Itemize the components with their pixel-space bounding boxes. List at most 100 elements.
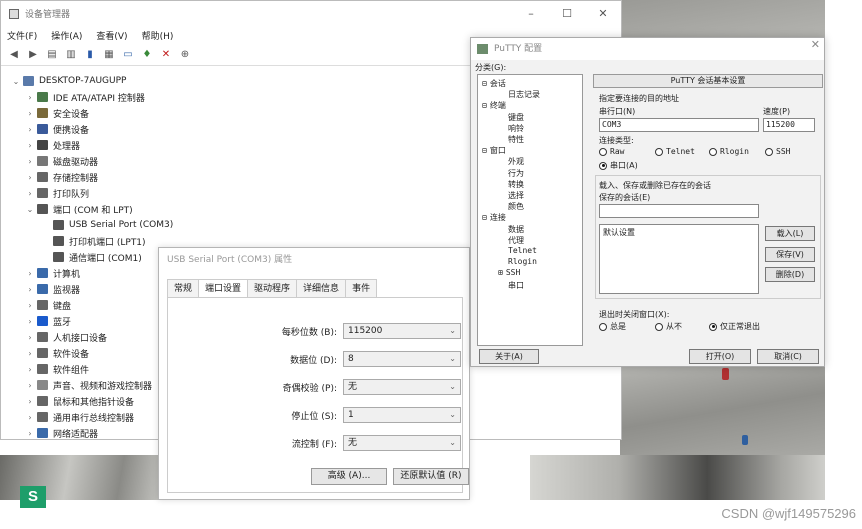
collapse-icon[interactable]: ⊟: [482, 146, 487, 155]
delete-button[interactable]: 删除(D): [765, 267, 815, 282]
category-item[interactable]: 键盘: [508, 112, 524, 123]
radio-ssh[interactable]: SSH: [765, 147, 790, 156]
menu-file[interactable]: 文件(F): [7, 29, 37, 42]
about-button[interactable]: 关于(A): [479, 349, 539, 364]
cancel-button[interactable]: 取消(C): [757, 349, 819, 364]
category-label: 行为: [508, 168, 524, 178]
radio-raw[interactable]: Raw: [599, 147, 624, 156]
tab-details[interactable]: 详细信息: [296, 279, 347, 297]
speed-input[interactable]: 115200: [763, 118, 815, 132]
chevron-right-icon[interactable]: ›: [23, 349, 37, 358]
chevron-right-icon[interactable]: ›: [23, 269, 37, 278]
category-item[interactable]: 串口: [508, 280, 524, 291]
radio-telnet[interactable]: Telnet: [655, 147, 695, 156]
properties-icon[interactable]: ▤: [45, 48, 59, 62]
collapse-icon[interactable]: ⊟: [482, 101, 487, 110]
back-arrow-icon[interactable]: ◀: [7, 48, 21, 62]
close-button[interactable]: ✕: [585, 1, 621, 26]
category-item[interactable]: 颜色: [508, 201, 524, 212]
chevron-right-icon[interactable]: ›: [23, 333, 37, 342]
chevron-right-icon[interactable]: ›: [23, 125, 37, 134]
category-item[interactable]: Telnet: [508, 246, 537, 255]
update-driver-icon[interactable]: ♦: [140, 48, 154, 62]
category-item[interactable]: ⊟ 窗口: [482, 145, 506, 156]
forward-arrow-icon[interactable]: ▶: [26, 48, 40, 62]
open-button[interactable]: 打开(O): [689, 349, 751, 364]
menu-help[interactable]: 帮助(H): [142, 29, 174, 42]
radio-serial[interactable]: 串口(A): [599, 160, 638, 171]
save-button[interactable]: 保存(V): [765, 247, 815, 262]
collapse-icon[interactable]: ⊟: [482, 79, 487, 88]
chevron-right-icon[interactable]: ›: [23, 429, 37, 438]
maximize-button[interactable]: ☐: [549, 1, 585, 26]
category-item[interactable]: ⊟ 终端: [482, 100, 506, 111]
radio-never[interactable]: 从不: [655, 321, 682, 332]
chevron-right-icon[interactable]: ›: [23, 397, 37, 406]
chevron-down-icon[interactable]: ⌄: [23, 205, 37, 214]
serial-line-input[interactable]: COM3: [599, 118, 759, 132]
taskbar-app-icon[interactable]: S: [20, 486, 46, 508]
parity-select[interactable]: 无 ⌄: [343, 379, 461, 395]
advanced-button[interactable]: 高级 (A)...: [311, 468, 387, 485]
saved-session-input[interactable]: [599, 204, 759, 218]
window-controls: – ☐ ✕: [513, 1, 621, 26]
chevron-right-icon[interactable]: ›: [23, 317, 37, 326]
category-item[interactable]: 数据: [508, 224, 524, 235]
tree-node-label: 打印机端口 (LPT1): [69, 237, 146, 248]
minimize-button[interactable]: –: [513, 1, 549, 26]
session-item[interactable]: 默认设置: [603, 227, 755, 238]
restore-defaults-button[interactable]: 还原默认值 (R): [393, 468, 469, 485]
baud-rate-select[interactable]: 115200 ⌄: [343, 323, 461, 339]
chevron-right-icon[interactable]: ›: [23, 301, 37, 310]
chevron-right-icon[interactable]: ›: [23, 285, 37, 294]
radio-always[interactable]: 总是: [599, 321, 626, 332]
uninstall-icon[interactable]: ✕: [159, 48, 173, 62]
tab-driver[interactable]: 驱动程序: [247, 279, 298, 297]
expand-icon[interactable]: ⊞: [498, 268, 503, 277]
chevron-down-icon: ⌄: [449, 354, 456, 363]
category-item[interactable]: 行为: [508, 168, 524, 179]
list-icon[interactable]: ▥: [64, 48, 78, 62]
category-item[interactable]: 转换: [508, 179, 524, 190]
help-icon[interactable]: ▮: [83, 48, 97, 62]
scan-hardware-icon[interactable]: ⊕: [178, 48, 192, 62]
chevron-right-icon[interactable]: ›: [23, 157, 37, 166]
details-icon[interactable]: ▦: [102, 48, 116, 62]
stop-bits-select[interactable]: 1 ⌄: [343, 407, 461, 423]
category-item[interactable]: ⊟ 连接: [482, 212, 506, 223]
category-item[interactable]: Rlogin: [508, 257, 537, 266]
chevron-right-icon[interactable]: ›: [23, 381, 37, 390]
panel-header: PuTTY 会话基本设置: [593, 74, 823, 88]
collapse-icon[interactable]: ⊟: [482, 213, 487, 222]
category-item[interactable]: 选择: [508, 190, 524, 201]
category-item[interactable]: 外观: [508, 156, 524, 167]
menu-action[interactable]: 操作(A): [51, 29, 82, 42]
radio-clean-exit[interactable]: 仅正常退出: [709, 321, 760, 332]
category-item[interactable]: ⊟ 会话: [482, 78, 506, 89]
tree-node-label: 鼠标和其他指针设备: [53, 397, 135, 408]
sessions-listbox[interactable]: 默认设置: [599, 224, 759, 294]
tab-port-settings[interactable]: 端口设置: [198, 279, 249, 297]
flow-control-select[interactable]: 无 ⌄: [343, 435, 461, 451]
category-item[interactable]: 响铃: [508, 123, 524, 134]
category-item[interactable]: ⊞ SSH: [498, 268, 520, 277]
close-icon[interactable]: ✕: [811, 38, 820, 51]
data-bits-select[interactable]: 8 ⌄: [343, 351, 461, 367]
tab-general[interactable]: 常规: [167, 279, 200, 297]
category-item[interactable]: 特性: [508, 134, 524, 145]
chevron-right-icon[interactable]: ›: [23, 141, 37, 150]
category-item[interactable]: 日志记录: [508, 89, 540, 100]
chevron-right-icon[interactable]: ›: [23, 413, 37, 422]
tab-events[interactable]: 事件: [345, 279, 378, 297]
chevron-right-icon[interactable]: ›: [23, 189, 37, 198]
chevron-right-icon[interactable]: ›: [23, 365, 37, 374]
menu-view[interactable]: 查看(V): [96, 29, 127, 42]
monitor-icon[interactable]: ▭: [121, 48, 135, 62]
load-button[interactable]: 载入(L): [765, 226, 815, 241]
chevron-right-icon[interactable]: ›: [23, 93, 37, 102]
chevron-down-icon[interactable]: ⌄: [9, 77, 23, 86]
radio-rlogin[interactable]: Rlogin: [709, 147, 749, 156]
chevron-right-icon[interactable]: ›: [23, 173, 37, 182]
chevron-right-icon[interactable]: ›: [23, 109, 37, 118]
category-item[interactable]: 代理: [508, 235, 524, 246]
